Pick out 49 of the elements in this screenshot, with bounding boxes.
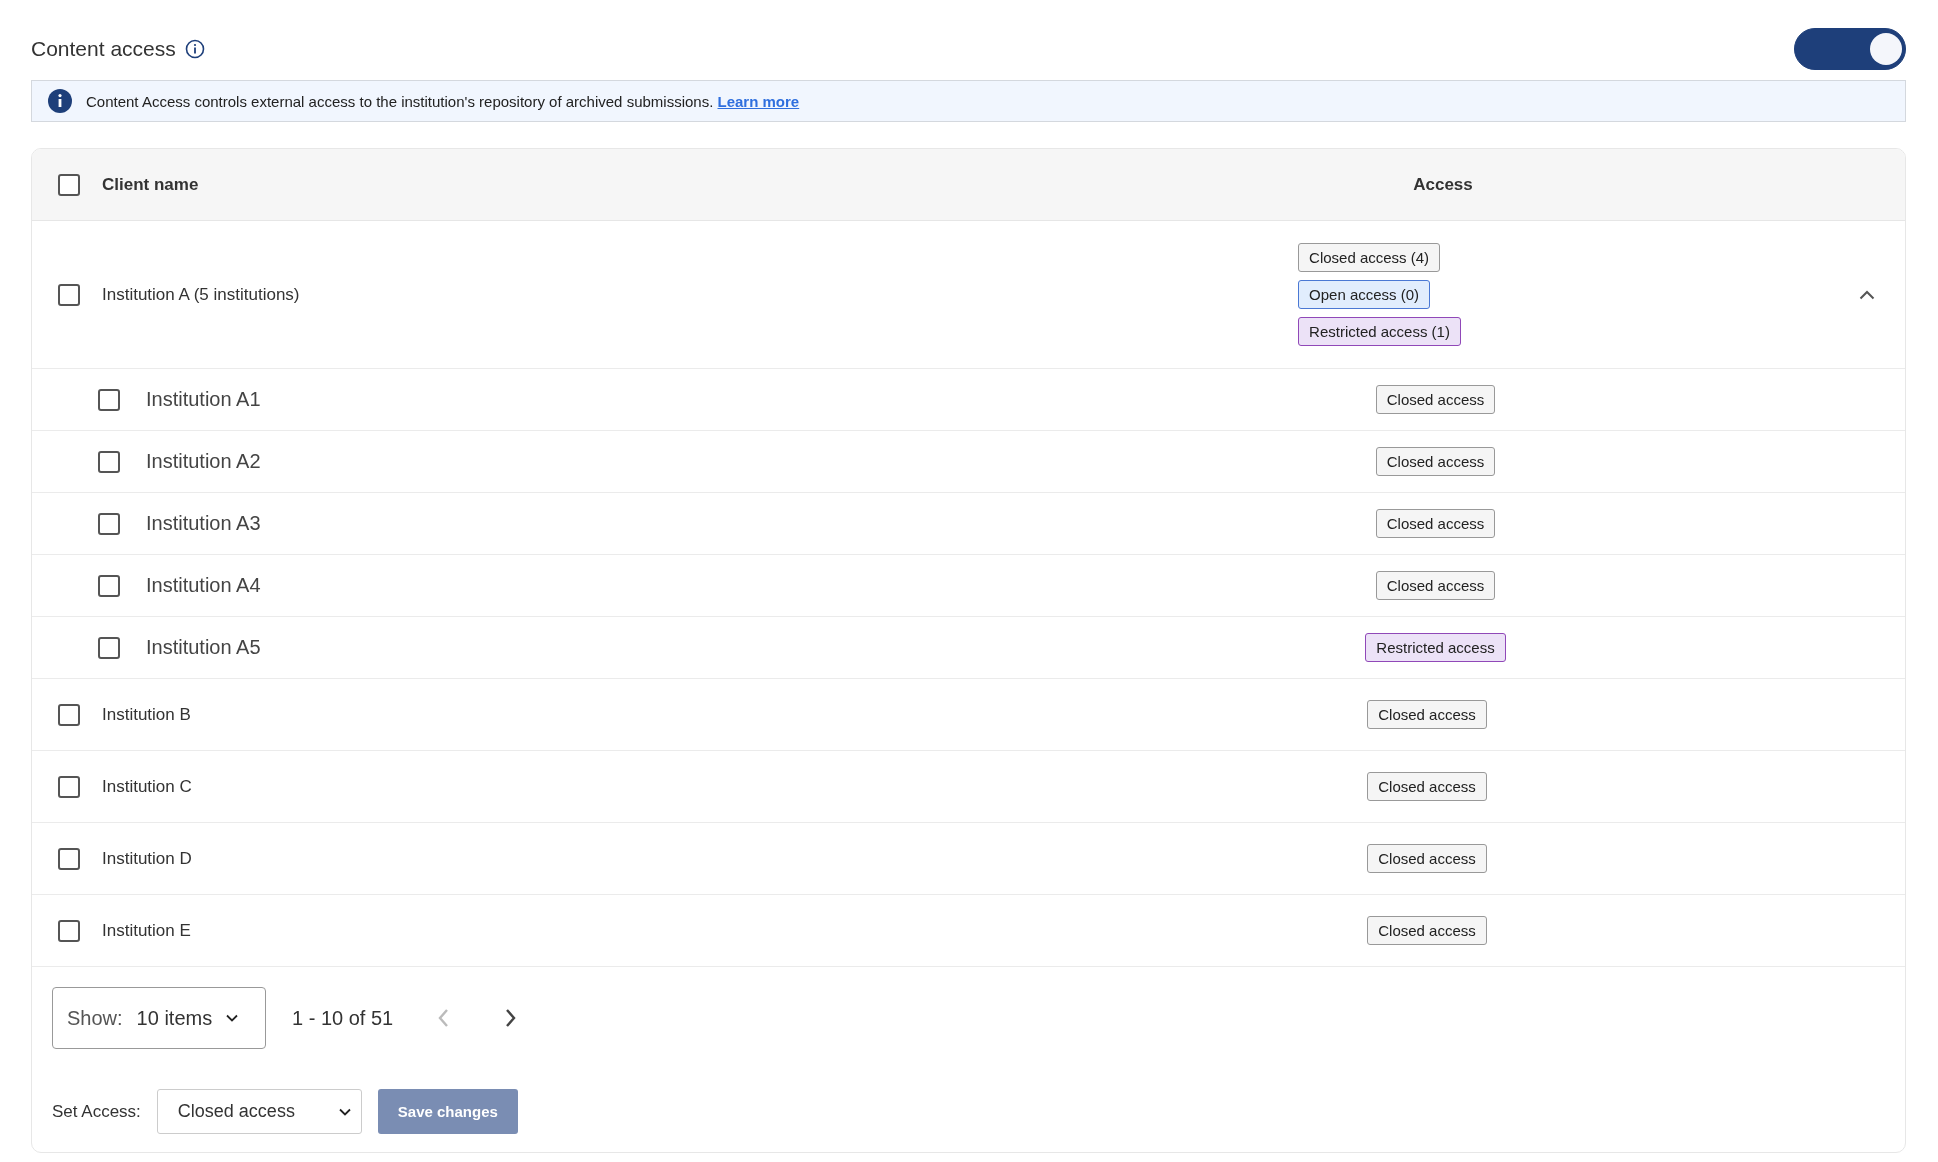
info-icon[interactable] <box>184 39 205 59</box>
access-badge: Open access (0) <box>1298 280 1431 309</box>
checkbox[interactable] <box>58 775 80 798</box>
checkbox[interactable] <box>98 574 120 597</box>
client-name: Institution A4 <box>146 574 261 597</box>
page-range: 1 - 10 of 51 <box>292 1006 394 1030</box>
access-badge: Closed access <box>1375 385 1496 414</box>
checkbox[interactable] <box>58 173 80 196</box>
column-header: Access <box>1413 174 1473 195</box>
section-title: Content access <box>31 37 176 61</box>
info-icon <box>48 89 72 113</box>
access-badge: Closed access <box>1375 509 1496 538</box>
client-name: Institution C <box>102 776 192 797</box>
checkbox[interactable] <box>98 388 120 411</box>
page-size-dropdown[interactable]: Show: 10 items <box>52 987 266 1049</box>
access-badge: Closed access <box>1367 700 1487 729</box>
checkbox[interactable] <box>58 283 80 306</box>
client-name: Institution A1 <box>146 388 261 411</box>
client-name: Institution A2 <box>146 450 261 473</box>
access-badge: Closed access <box>1367 772 1487 801</box>
chevron-down-icon <box>226 1014 239 1022</box>
client-name: Institution E <box>102 920 191 941</box>
toggle-switch[interactable] <box>1794 28 1906 70</box>
chevron-down-icon <box>338 1107 351 1116</box>
checkbox[interactable] <box>98 636 120 659</box>
client-name: Institution A5 <box>146 636 261 659</box>
column-header: Client name <box>102 174 199 195</box>
client-name: Institution D <box>102 848 192 869</box>
banner-text: Content Access controls external access to the institution's repository of archived submissions. Learn more <box>86 92 800 110</box>
learn-more-link[interactable]: Learn more <box>717 92 800 110</box>
chevron-icon[interactable] <box>1859 289 1875 300</box>
client-name: Institution A (5 institutions) <box>102 284 300 305</box>
set-access-label: Set Access: <box>52 1101 141 1122</box>
checkbox[interactable] <box>58 919 80 942</box>
access-badge: Restricted access <box>1365 633 1506 662</box>
access-badge: Closed access <box>1375 571 1496 600</box>
checkbox[interactable] <box>98 450 120 473</box>
checkbox[interactable] <box>98 512 120 535</box>
checkbox[interactable] <box>58 703 80 726</box>
access-badge: Closed access <box>1367 916 1487 945</box>
access-select[interactable]: Closed access <box>156 1089 362 1134</box>
checkbox[interactable] <box>58 847 80 870</box>
next-page-icon[interactable] <box>505 1008 518 1028</box>
client-name: Institution B <box>102 704 191 725</box>
client-name: Institution A3 <box>146 512 261 535</box>
access-badge: Closed access <box>1367 844 1487 873</box>
access-badge: Closed access (4) <box>1298 243 1441 272</box>
access-badge: Restricted access (1) <box>1298 317 1461 346</box>
access-badge: Closed access <box>1375 447 1496 476</box>
